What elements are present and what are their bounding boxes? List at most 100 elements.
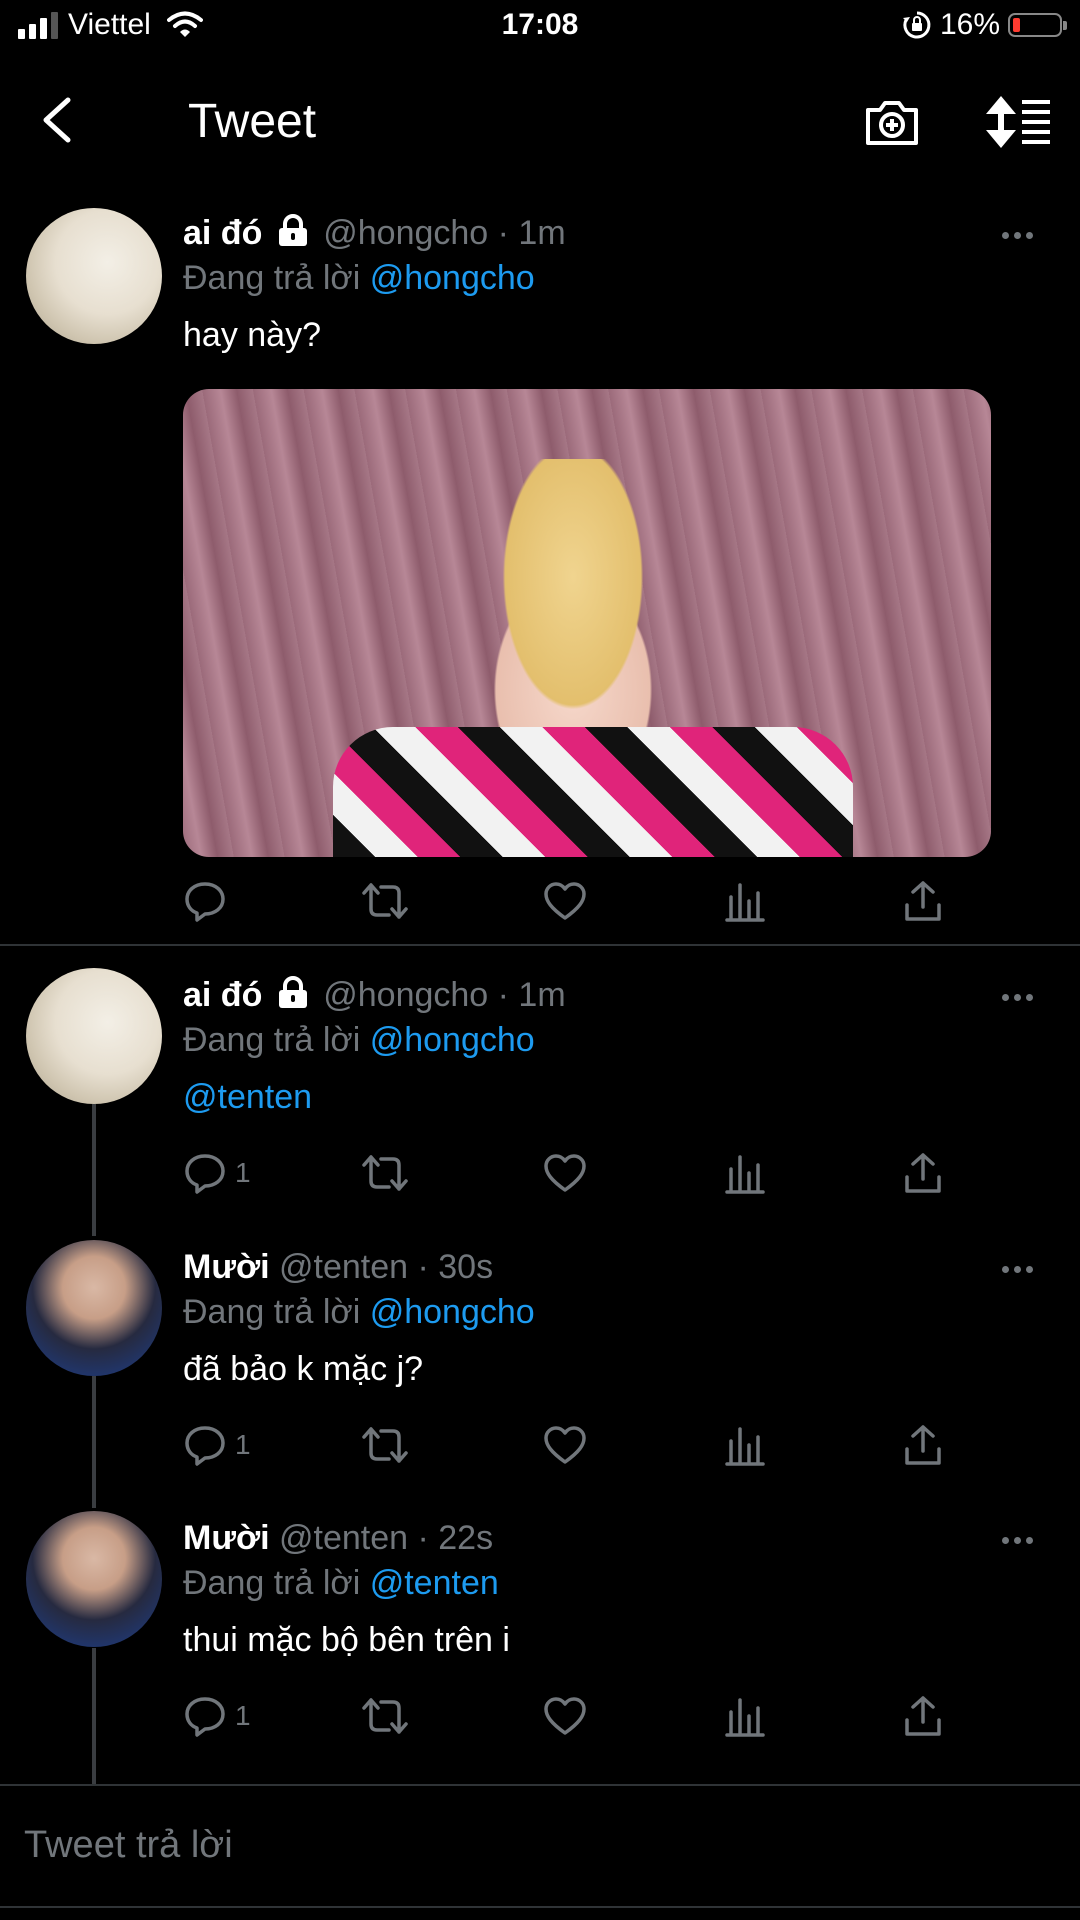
share-button[interactable]: [903, 1422, 943, 1468]
reply-input[interactable]: [22, 1814, 1026, 1876]
more-options-icon[interactable]: [1002, 1531, 1042, 1544]
carrier-label: Viettel: [68, 8, 151, 41]
battery-icon: [1008, 13, 1067, 37]
status-right: 16%: [902, 8, 1067, 42]
top-bar: Tweet: [0, 70, 1080, 180]
tweet-actions: 1: [183, 1150, 943, 1200]
retweet-icon: [362, 1427, 408, 1463]
retweet-button[interactable]: [361, 1422, 409, 1468]
share-icon: [905, 1153, 941, 1193]
reply-button[interactable]: 1: [183, 1150, 251, 1196]
reply-prefix: Đang trả lời: [183, 1021, 361, 1059]
lock-icon: [278, 214, 307, 246]
avatar[interactable]: [26, 1511, 162, 1647]
tweet-meta: ai đó @hongcho · 1m: [183, 976, 1040, 1015]
lock-icon: [278, 976, 307, 1008]
tweet-media-image[interactable]: [183, 389, 991, 857]
reply-to-mention[interactable]: @hongcho: [370, 259, 535, 297]
battery-percent: 16%: [939, 8, 1000, 41]
like-button[interactable]: [543, 878, 587, 924]
tweet-actions: 1: [183, 1693, 943, 1743]
retweet-icon: [362, 883, 408, 919]
heart-icon: [544, 1154, 586, 1192]
retweet-button[interactable]: [361, 1693, 409, 1739]
heart-icon: [544, 1697, 586, 1735]
back-arrow-icon[interactable]: [30, 90, 90, 150]
heart-icon: [544, 1426, 586, 1464]
display-name[interactable]: Mười: [183, 1248, 270, 1286]
retweet-icon: [362, 1698, 408, 1734]
reply-context: Đang trả lời @tenten: [183, 1564, 1040, 1603]
more-options-icon[interactable]: [1002, 1260, 1042, 1273]
avatar[interactable]: [26, 208, 162, 344]
sort-icon[interactable]: [984, 92, 1052, 152]
display-name[interactable]: Mười: [183, 1519, 270, 1557]
tweet-screen: Viettel 17:08 16% Tweet ai đó @hongcho ·…: [0, 0, 1080, 1920]
reply-icon: [185, 1154, 225, 1194]
avatar[interactable]: [26, 1240, 162, 1376]
orientation-lock-icon: [902, 11, 931, 39]
avatar[interactable]: [26, 968, 162, 1104]
tweet-actions: [183, 878, 943, 928]
analytics-button[interactable]: [725, 1422, 765, 1468]
tweet-meta: Mười @tenten · 22s: [183, 1519, 1040, 1558]
share-icon: [905, 881, 941, 921]
reply-icon: [185, 1426, 225, 1466]
like-button[interactable]: [543, 1150, 587, 1196]
reply-count: 1: [235, 1429, 251, 1460]
thread-line: [92, 1376, 96, 1508]
display-name[interactable]: ai đó: [183, 976, 262, 1014]
reply-button[interactable]: 1: [183, 1693, 251, 1739]
more-options-icon[interactable]: [1002, 988, 1042, 1001]
display-name[interactable]: ai đó: [183, 214, 262, 252]
like-button[interactable]: [543, 1422, 587, 1468]
handle-time: @tenten · 30s: [279, 1248, 494, 1286]
heart-icon: [544, 882, 586, 920]
thread-line: [92, 1648, 96, 1784]
like-button[interactable]: [543, 1693, 587, 1739]
tweet-body: ai đó @hongcho · 1m Đang trả lời @hongch…: [183, 214, 1040, 355]
tweet-body: Mười @tenten · 22s Đang trả lời @tenten …: [183, 1519, 1040, 1660]
reply-to-mention[interactable]: @tenten: [370, 1564, 499, 1602]
reply-to-mention[interactable]: @hongcho: [370, 1293, 535, 1331]
share-button[interactable]: [903, 1150, 943, 1196]
tweet-body: ai đó @hongcho · 1m Đang trả lời @hongch…: [183, 976, 1040, 1117]
reply-compose-bar: [0, 1784, 1080, 1908]
reply-to-mention[interactable]: @hongcho: [370, 1021, 535, 1059]
analytics-icon: [725, 883, 765, 922]
handle-time: @hongcho · 1m: [323, 214, 566, 252]
tweet-body: Mười @tenten · 30s Đang trả lời @hongcho…: [183, 1248, 1040, 1389]
reply-prefix: Đang trả lời: [183, 1293, 361, 1331]
analytics-button[interactable]: [725, 878, 765, 924]
tweet-actions: 1: [183, 1422, 943, 1472]
tweet-text: hay này?: [183, 316, 321, 354]
reply-count: 1: [235, 1700, 251, 1731]
tweet-text[interactable]: @tenten: [183, 1078, 1040, 1117]
reply-context: Đang trả lời @hongcho: [183, 1021, 1040, 1060]
page-title: Tweet: [188, 95, 317, 148]
camera-plus-icon[interactable]: [862, 92, 922, 152]
share-icon: [905, 1425, 941, 1465]
share-button[interactable]: [903, 1693, 943, 1739]
analytics-button[interactable]: [725, 1150, 765, 1196]
share-icon: [905, 1696, 941, 1736]
reply-icon: [185, 1697, 225, 1737]
reply-button[interactable]: 1: [183, 1422, 251, 1468]
reply-prefix: Đang trả lời: [183, 1564, 361, 1602]
retweet-button[interactable]: [361, 878, 409, 924]
tweet-meta: Mười @tenten · 30s: [183, 1248, 1040, 1287]
thread-line: [92, 1104, 96, 1236]
status-bar: Viettel 17:08 16%: [0, 0, 1080, 56]
status-left: Viettel: [18, 8, 203, 42]
more-options-icon[interactable]: [1002, 226, 1042, 239]
divider: [0, 944, 1080, 946]
signal-icon: [18, 11, 58, 39]
handle-time: @hongcho · 1m: [323, 976, 566, 1014]
tweet-text: đã bảo k mặc j?: [183, 1350, 424, 1388]
reply-button[interactable]: [183, 878, 235, 924]
share-button[interactable]: [903, 878, 943, 924]
retweet-button[interactable]: [361, 1150, 409, 1196]
analytics-button[interactable]: [725, 1693, 765, 1739]
reply-prefix: Đang trả lời: [183, 259, 361, 297]
reply-context: Đang trả lời @hongcho: [183, 259, 1040, 298]
